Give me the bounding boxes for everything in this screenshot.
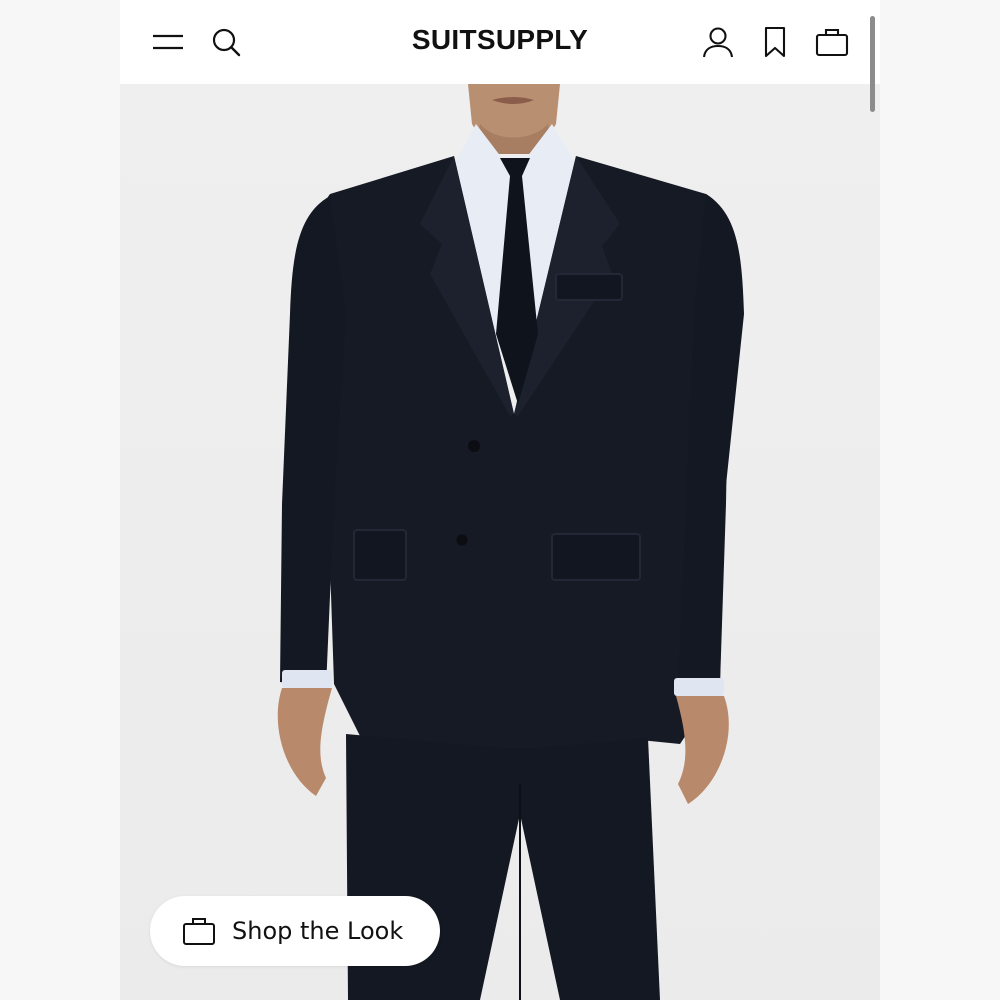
user-icon <box>702 27 734 58</box>
screenshot-frame: SUITSUPPLY Shop the Look <box>0 0 1000 1000</box>
bag-button[interactable] <box>812 22 852 62</box>
wishlist-button[interactable] <box>755 22 795 62</box>
letterbox-left <box>0 0 120 1000</box>
account-button[interactable] <box>698 22 738 62</box>
bookmark-icon <box>764 26 786 58</box>
mobile-page: SUITSUPPLY Shop the Look <box>120 0 880 1000</box>
site-header: SUITSUPPLY <box>120 0 880 84</box>
shop-the-look-button[interactable]: Shop the Look <box>150 896 440 966</box>
model-suit-illustration <box>277 84 744 1000</box>
letterbox-right <box>880 0 1000 1000</box>
shopping-bag-icon <box>815 28 849 57</box>
shopping-bag-icon <box>182 914 216 948</box>
shop-the-look-label: Shop the Look <box>232 917 404 945</box>
product-hero-image[interactable] <box>120 84 880 1000</box>
scrollbar[interactable] <box>870 16 875 112</box>
